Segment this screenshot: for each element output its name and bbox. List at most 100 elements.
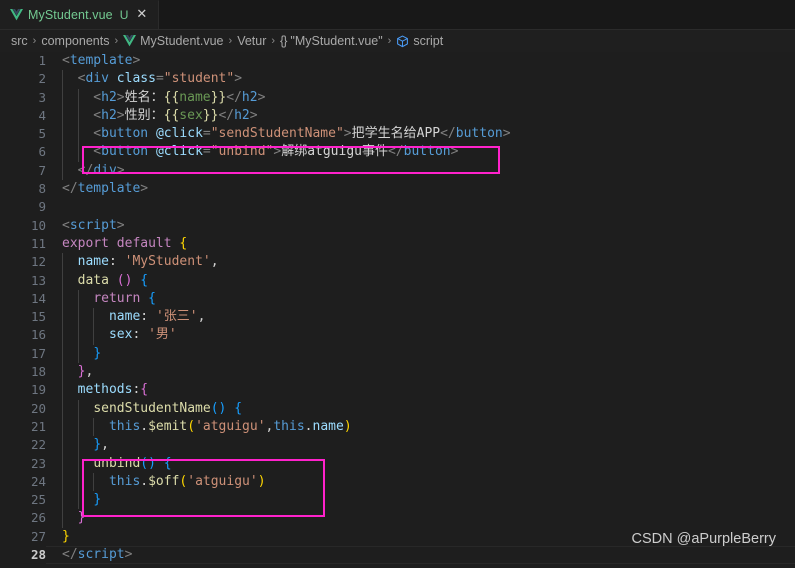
- code-line-content: <script>: [46, 217, 125, 235]
- code-token: script: [69, 217, 117, 233]
- code-line[interactable]: 14 return {: [0, 290, 795, 308]
- code-line[interactable]: 3 <h2>姓名：{{name}}</h2>: [0, 89, 795, 107]
- chevron-right-icon: ›: [114, 35, 119, 47]
- breadcrumb-item-src[interactable]: src: [11, 34, 28, 48]
- code-line[interactable]: 19 methods:{: [0, 381, 795, 399]
- code-token: return: [93, 290, 141, 306]
- vue-file-icon: [10, 9, 23, 21]
- line-number: 28: [30, 547, 46, 563]
- code-line[interactable]: 21 this.$emit('atguigu',this.name): [0, 418, 795, 436]
- line-number: 7: [38, 162, 46, 178]
- code-token: $off: [148, 473, 180, 489]
- breadcrumb-item-script[interactable]: script: [413, 34, 443, 48]
- code-token: 姓名：: [124, 89, 164, 105]
- line-number: 27: [30, 528, 46, 544]
- breadcrumb-item-file[interactable]: MyStudent.vue: [140, 34, 223, 48]
- code-line[interactable]: 12 name: 'MyStudent',: [0, 253, 795, 271]
- code-token: </: [387, 144, 404, 160]
- code-token: ,: [210, 254, 219, 270]
- vue-file-icon: [123, 35, 137, 47]
- tab-unsaved-badge: U: [119, 8, 129, 22]
- code-line-content: }: [46, 491, 101, 509]
- code-line-content: </div>: [46, 162, 125, 180]
- code-token: >: [124, 547, 133, 563]
- code-token: button: [403, 144, 451, 160]
- code-token: h2: [234, 107, 250, 123]
- code-token: .: [304, 418, 313, 434]
- code-token: <: [62, 89, 102, 105]
- code-line[interactable]: 9: [0, 198, 795, 216]
- code-line[interactable]: 22 },: [0, 436, 795, 454]
- code-line[interactable]: 4 <h2>性别：{{sex}}</h2>: [0, 107, 795, 125]
- breadcrumb-item-symbol[interactable]: "MyStudent.vue": [290, 34, 382, 48]
- code-token: <: [62, 71, 86, 87]
- code-token: 性别：: [124, 107, 164, 123]
- code-line[interactable]: 11 export default {: [0, 235, 795, 253]
- close-icon[interactable]: ✕: [133, 7, 149, 24]
- code-token: name: [77, 254, 109, 270]
- code-token: ): [257, 473, 266, 489]
- code-line-content: <h2>性别：{{sex}}</h2>: [46, 107, 257, 125]
- chevron-right-icon: ›: [228, 35, 233, 47]
- code-line[interactable]: 15 name: '张三',: [0, 308, 795, 326]
- code-token: {: [179, 235, 188, 251]
- code-line[interactable]: 2 <div class="student">: [0, 70, 795, 88]
- code-line[interactable]: 16 sex: '男': [0, 326, 795, 344]
- code-line[interactable]: 24 this.$off('atguigu'): [0, 473, 795, 491]
- code-token: ,: [85, 364, 94, 380]
- line-number: 2: [38, 71, 46, 87]
- code-line[interactable]: 8 </template>: [0, 180, 795, 198]
- code-line[interactable]: 7 </div>: [0, 162, 795, 180]
- code-token: name: [179, 89, 211, 105]
- breadcrumb-item-vetur[interactable]: Vetur: [237, 34, 266, 48]
- code-token: >: [343, 126, 352, 142]
- code-line[interactable]: 17 }: [0, 345, 795, 363]
- curly-braces-icon: {}: [280, 34, 287, 48]
- line-number: 3: [38, 89, 46, 105]
- code-token: </: [62, 162, 94, 178]
- code-token: <: [62, 217, 70, 233]
- code-line[interactable]: 28 </script>: [0, 546, 795, 564]
- code-line[interactable]: 23 unbind() {: [0, 455, 795, 473]
- code-line[interactable]: 13 data () {: [0, 272, 795, 290]
- code-line[interactable]: 25 }: [0, 491, 795, 509]
- code-token: >: [116, 217, 125, 233]
- code-token: unbind: [93, 455, 141, 471]
- code-token: {: [234, 400, 243, 416]
- code-line[interactable]: 18 },: [0, 363, 795, 381]
- editor-tab-bar: MyStudent.vue U ✕: [0, 0, 795, 30]
- code-line[interactable]: 20 sendStudentName() {: [0, 400, 795, 418]
- code-line[interactable]: 1 <template>: [0, 52, 795, 70]
- code-line-content: }: [46, 509, 86, 527]
- code-line[interactable]: 5 <button @click="sendStudentName">把学生名给…: [0, 125, 795, 143]
- code-token: >: [140, 181, 149, 197]
- line-number: 8: [38, 181, 46, 197]
- breadcrumb-item-components[interactable]: components: [41, 34, 109, 48]
- code-line[interactable]: 27}: [0, 528, 795, 546]
- line-number: 9: [38, 199, 46, 215]
- code-line[interactable]: 10 <script>: [0, 217, 795, 235]
- code-token: :: [108, 254, 125, 270]
- code-token: </: [62, 181, 78, 197]
- editor-tab-mystudent-vue[interactable]: MyStudent.vue U ✕: [0, 0, 160, 29]
- code-token: 'atguigu': [195, 418, 266, 434]
- code-token: </: [440, 126, 456, 142]
- code-editor[interactable]: 1 <template> 2 <div class="student"> 3 <h2>…: [0, 52, 795, 568]
- code-line[interactable]: 6 <button @click="unbind">解绑atguigu事件</b…: [0, 143, 795, 161]
- code-token: $emit: [148, 418, 188, 434]
- code-token: ,: [101, 437, 109, 453]
- code-token: template: [77, 181, 141, 197]
- code-token: ): [343, 418, 352, 434]
- code-token: {: [140, 272, 149, 288]
- code-line[interactable]: 26 }: [0, 509, 795, 527]
- code-token: "unbind": [210, 144, 274, 160]
